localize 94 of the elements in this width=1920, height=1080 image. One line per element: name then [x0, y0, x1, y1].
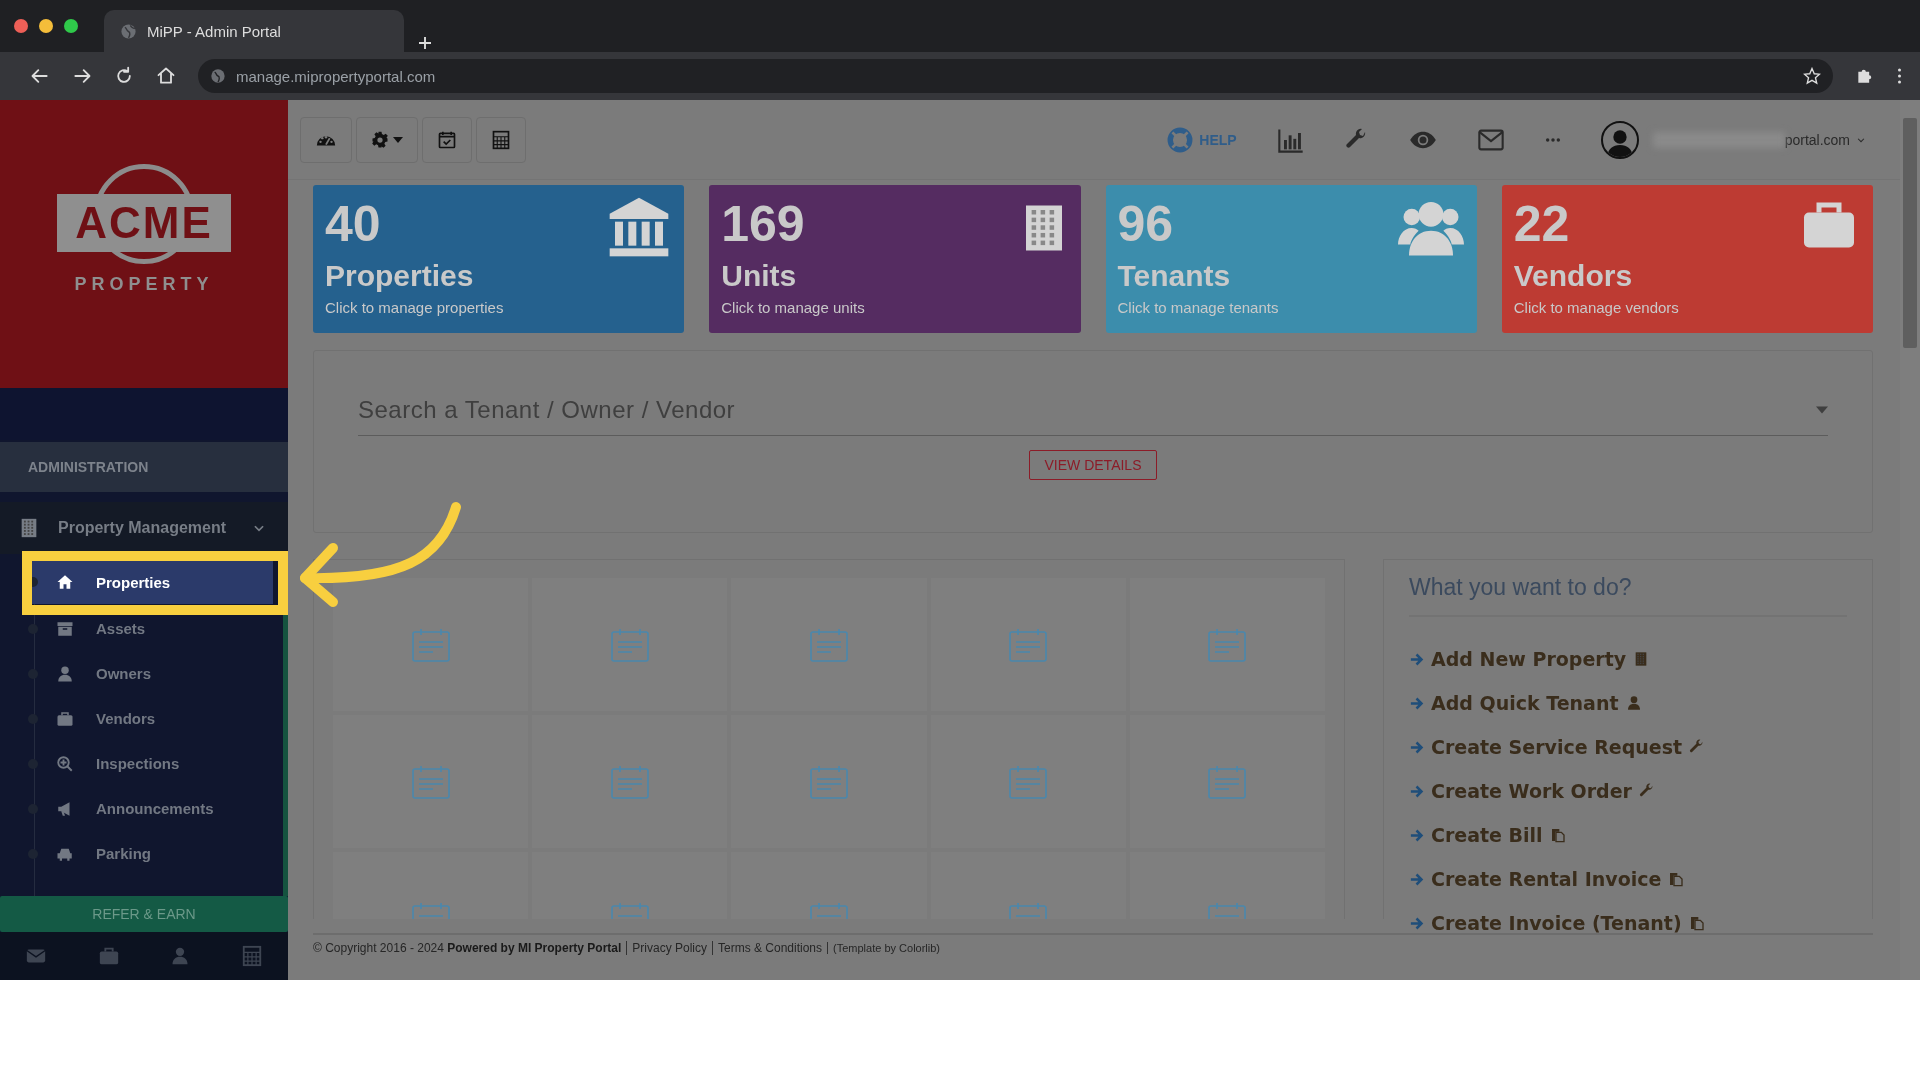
settings-menu-button[interactable] — [356, 116, 418, 163]
user-menu[interactable]: portal.com — [1600, 120, 1866, 159]
dashboard-button[interactable] — [300, 116, 352, 163]
zoom-in-icon — [56, 754, 74, 773]
notepad-icon — [809, 626, 849, 663]
scrollbar[interactable] — [1900, 100, 1920, 980]
stat-hint: Click to manage units — [721, 299, 865, 316]
person-icon — [56, 664, 74, 683]
action-link[interactable]: Create Rental Invoice — [1409, 857, 1685, 901]
calendar-button[interactable] — [422, 116, 472, 163]
view-details-button[interactable]: VIEW DETAILS — [1028, 450, 1158, 480]
notepad-icon — [410, 626, 451, 663]
settings-icon — [371, 130, 389, 149]
stat-label: Tenants — [1117, 259, 1231, 293]
caret-icon — [393, 136, 403, 143]
kebab-menu-icon[interactable] — [1897, 67, 1902, 85]
action-link[interactable]: Create Bill — [1409, 813, 1566, 857]
back-icon[interactable] — [30, 66, 50, 86]
copy-icon — [1688, 914, 1705, 932]
stat-label: Units — [721, 259, 797, 293]
sidebar-item[interactable]: Vendors — [28, 696, 273, 741]
arrow-right-icon — [1409, 827, 1424, 843]
notepad-icon — [410, 763, 451, 800]
copyright-text: © Copyright 2016 - 2024 Powered by MI Property Portal — [313, 941, 622, 955]
company-logo: ACME PROPERTY — [44, 164, 244, 324]
caret-icon — [1816, 406, 1828, 414]
more-icon[interactable] — [1544, 136, 1561, 143]
notepad-icon — [1008, 763, 1049, 800]
notepad-icon — [1207, 763, 1248, 800]
lifebuoy-icon — [1167, 126, 1194, 153]
search-field[interactable]: Search a Tenant / Owner / Vendor — [358, 385, 1828, 436]
person-icon — [1625, 694, 1642, 712]
stat-card[interactable]: 169 Units Click to manage units — [709, 185, 1081, 333]
stat-value: 22 — [1513, 197, 1570, 251]
briefcase-icon — [56, 709, 74, 728]
arrow-right-icon — [1409, 651, 1424, 667]
close-window-button[interactable] — [14, 19, 28, 33]
stat-label: Vendors — [1513, 259, 1633, 293]
section-heading: ADMINISTRATION — [0, 442, 288, 492]
arrow-right-icon — [1409, 871, 1424, 887]
action-link[interactable]: Create Service Request — [1409, 725, 1706, 769]
stat-card[interactable]: 40 Properties Click to manage properties — [313, 185, 685, 333]
action-link[interactable]: Create Invoice (Tenant) — [1409, 901, 1705, 945]
footer-link[interactable]: Terms & Conditions — [712, 941, 823, 955]
action-link[interactable]: Create Work Order — [1409, 769, 1655, 813]
arrow-right-icon — [1409, 695, 1424, 711]
arrow-right-icon — [1409, 739, 1424, 755]
stat-card[interactable]: 22 Vendors Click to manage vendors — [1501, 185, 1873, 333]
sidebar-item[interactable]: Owners — [28, 651, 273, 696]
stat-value: 96 — [1117, 197, 1174, 251]
house-icon — [56, 573, 74, 591]
archive-box-icon — [56, 619, 74, 638]
action-link[interactable]: Add New Property — [1409, 637, 1650, 681]
notepad-icon — [809, 763, 849, 800]
template-credit: (Template by Colorlib) — [827, 942, 941, 954]
forward-icon[interactable] — [72, 66, 92, 86]
stat-hint: Click to manage properties — [325, 299, 504, 316]
notepad-icon — [609, 626, 650, 663]
globe-icon — [120, 22, 137, 40]
address-bar[interactable]: manage.mipropertyportal.com — [198, 59, 1833, 93]
notepad-icon — [1008, 626, 1049, 663]
notepad-icon — [1207, 626, 1248, 663]
sidebar-item[interactable]: Parking — [28, 831, 273, 876]
reload-icon[interactable] — [114, 66, 134, 86]
menu-group-header[interactable]: Property Management — [0, 502, 288, 554]
calendar-check-icon — [437, 129, 457, 150]
stat-value: 169 — [721, 197, 805, 251]
bookmark-star-icon[interactable] — [1803, 67, 1821, 85]
stat-value: 40 — [325, 197, 381, 251]
stat-hint: Click to manage vendors — [1513, 299, 1679, 316]
sidebar-item[interactable]: Announcements — [28, 786, 273, 831]
sidebar-item[interactable]: Assets — [28, 606, 273, 651]
arrow-right-icon — [1409, 783, 1424, 799]
calculator-button[interactable] — [476, 116, 526, 163]
maximize-window-button[interactable] — [64, 19, 78, 33]
copy-icon — [1668, 870, 1685, 888]
calculator-icon — [491, 129, 511, 150]
notepad-icon — [609, 763, 650, 800]
stat-hint: Click to manage tenants — [1117, 299, 1279, 316]
arrow-right-icon — [1409, 915, 1424, 931]
new-tab-icon[interactable] — [416, 34, 434, 52]
browser-tab[interactable]: MiPP - Admin Portal — [104, 10, 404, 52]
sidebar-item[interactable]: Inspections — [28, 741, 273, 786]
minimize-window-button[interactable] — [39, 19, 53, 33]
copy-icon — [1549, 826, 1566, 844]
home-icon[interactable] — [156, 66, 176, 86]
stat-label: Properties — [325, 259, 474, 293]
stat-card[interactable]: 96 Tenants Click to manage tenants — [1105, 185, 1477, 333]
avatar-silhouette — [1600, 120, 1639, 159]
action-link[interactable]: Add Quick Tenant — [1409, 681, 1642, 725]
globe-icon — [210, 68, 226, 84]
refer-and-earn-button[interactable]: REFER & EARN — [0, 896, 288, 932]
footer-link[interactable]: Privacy Policy — [626, 941, 707, 955]
panel-title: What you want to do? — [1409, 574, 1847, 617]
